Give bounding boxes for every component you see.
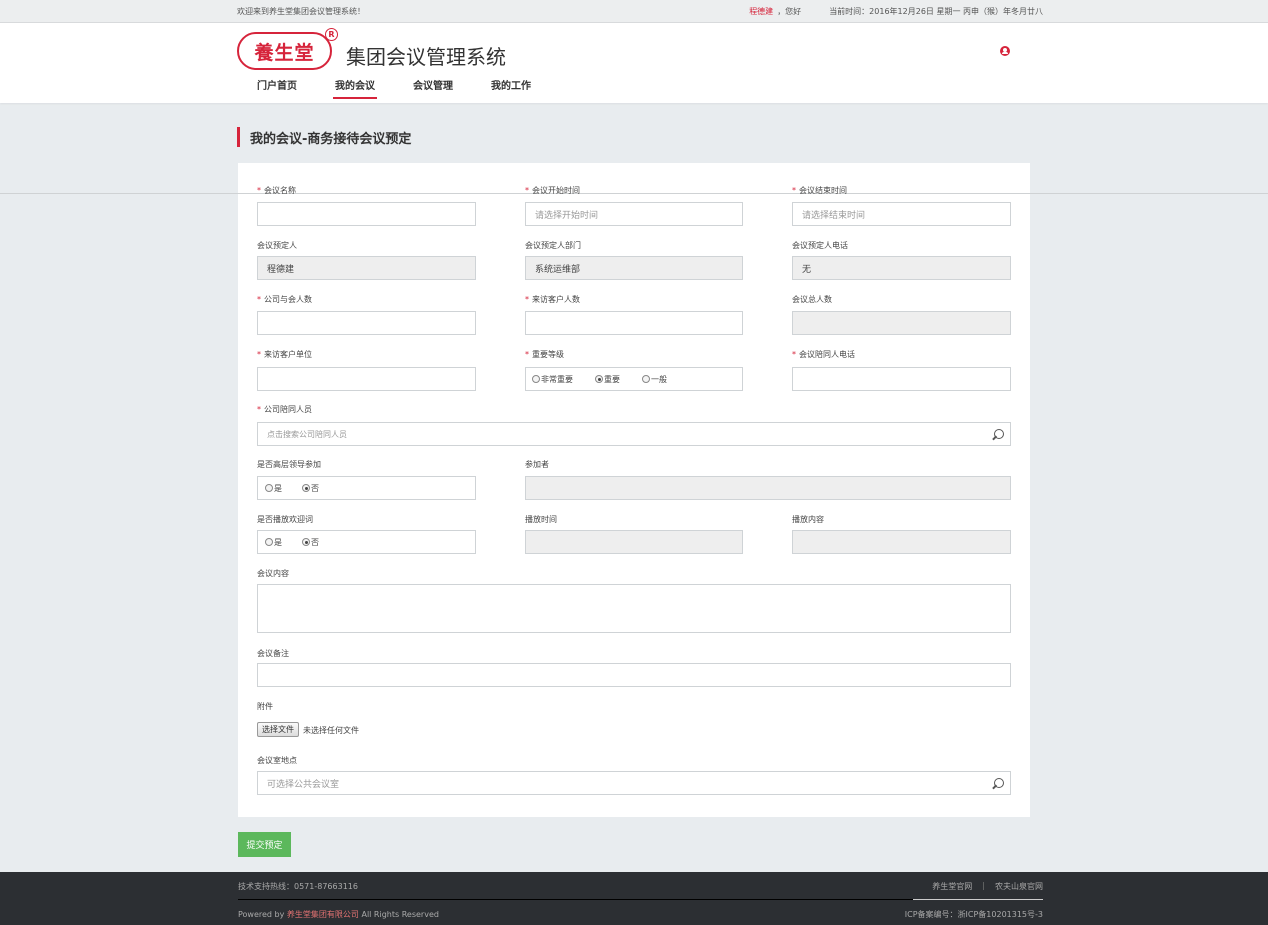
logo-text: 養生堂 bbox=[254, 41, 315, 64]
footer-divider bbox=[238, 899, 1043, 900]
company-escort-search-input[interactable]: 点击搜索公司陪同人员 bbox=[257, 422, 1011, 446]
meeting-note-label: 会议备注 bbox=[257, 649, 289, 658]
divider-line bbox=[0, 193, 1268, 194]
hotline-text: 技术支持热线：0571-87663116 bbox=[238, 882, 358, 891]
visitor-unit-label: * 来访客户单位 bbox=[257, 350, 312, 359]
main-nav: 门户首页 我的会议 会议管理 我的工作 bbox=[257, 77, 569, 99]
start-time-input[interactable]: 请选择开始时间 bbox=[525, 202, 743, 226]
meeting-note-input[interactable] bbox=[257, 663, 1011, 687]
footer-link-separator: | bbox=[982, 881, 985, 890]
booker-field: 程德建 bbox=[257, 256, 476, 280]
booker-label: 会议预定人 bbox=[257, 241, 297, 250]
nav-item-home[interactable]: 门户首页 bbox=[257, 77, 297, 96]
nav-item-my-meetings[interactable]: 我的会议 bbox=[333, 77, 377, 99]
meeting-name-input[interactable] bbox=[257, 202, 476, 226]
icp-text: ICP备案编号：浙ICP备10201315号-3 bbox=[904, 910, 1043, 919]
welcome-speech-option-no[interactable]: 否 bbox=[302, 537, 319, 548]
welcome-speech-label: 是否播放欢迎词 bbox=[257, 515, 313, 524]
radio-icon[interactable] bbox=[265, 538, 273, 546]
submit-booking-button[interactable]: 提交预定 bbox=[238, 832, 291, 857]
meeting-content-textarea[interactable] bbox=[257, 584, 1011, 633]
attachment-label: 附件 bbox=[257, 702, 273, 711]
senior-leader-option-no[interactable]: 否 bbox=[302, 483, 319, 494]
brand-logo[interactable]: 養生堂 bbox=[237, 32, 332, 70]
footer-link-nongfu[interactable]: 农夫山泉官网 bbox=[995, 881, 1043, 892]
visitor-count-label: * 来访客户人数 bbox=[525, 295, 580, 304]
company-escort-label: * 公司陪同人员 bbox=[257, 405, 312, 414]
participants-label: 参加者 bbox=[525, 460, 549, 469]
total-count-label: 会议总人数 bbox=[792, 295, 832, 304]
choose-file-button[interactable]: 选择文件 bbox=[257, 722, 299, 737]
end-time-input[interactable]: 请选择结束时间 bbox=[792, 202, 1011, 226]
escort-phone-label: * 会议陪同人电话 bbox=[792, 350, 855, 359]
user-icon[interactable] bbox=[1000, 46, 1010, 56]
room-search-input[interactable]: 可选择公共会议室 bbox=[257, 771, 1011, 795]
nav-item-meeting-management[interactable]: 会议管理 bbox=[413, 77, 453, 96]
welcome-speech-option-yes[interactable]: 是 bbox=[265, 537, 282, 548]
meeting-content-label: 会议内容 bbox=[257, 569, 289, 578]
radio-checked-icon[interactable] bbox=[302, 538, 310, 546]
radio-icon[interactable] bbox=[532, 375, 540, 383]
play-time-field bbox=[525, 530, 743, 554]
visitor-count-input[interactable] bbox=[525, 311, 743, 335]
company-attendees-label: * 公司与会人数 bbox=[257, 295, 312, 304]
company-attendees-input[interactable] bbox=[257, 311, 476, 335]
senior-leader-option-yes[interactable]: 是 bbox=[265, 483, 282, 494]
footer-links: 养生堂官网 | 农夫山泉官网 bbox=[932, 881, 1043, 892]
booker-phone-label: 会议预定人电话 bbox=[792, 241, 848, 250]
visitor-unit-input[interactable] bbox=[257, 367, 476, 391]
importance-option-important[interactable]: 重要 bbox=[595, 374, 620, 385]
page-title: 我的会议-商务接待会议预定 bbox=[237, 127, 411, 147]
total-count-field bbox=[792, 311, 1011, 335]
site-header: 養生堂 R 集团会议管理系统 门户首页 我的会议 会议管理 我的工作 bbox=[0, 23, 1268, 103]
room-label: 会议室地点 bbox=[257, 756, 297, 765]
booker-dept-field: 系统运维部 bbox=[525, 256, 743, 280]
importance-option-very-important[interactable]: 非常重要 bbox=[532, 374, 573, 385]
radio-checked-icon[interactable] bbox=[595, 375, 603, 383]
senior-leader-label: 是否高层领导参加 bbox=[257, 460, 321, 469]
importance-option-normal[interactable]: 一般 bbox=[642, 374, 667, 385]
start-time-label: * 会议开始时间 bbox=[525, 186, 580, 195]
search-icon[interactable] bbox=[994, 429, 1004, 439]
welcome-text: 欢迎来到养生堂集团会议管理系统！ bbox=[237, 7, 365, 16]
file-status-text: 未选择任何文件 bbox=[303, 726, 359, 735]
importance-radio-group: 非常重要 重要 一般 bbox=[525, 367, 743, 391]
search-icon[interactable] bbox=[994, 778, 1004, 788]
play-content-label: 播放内容 bbox=[792, 515, 824, 524]
current-time-text: 当前时间：2016年12月26日 星期一 丙申（猴）年冬月廿八 bbox=[829, 7, 1043, 16]
senior-leader-radio-group: 是 否 bbox=[257, 476, 476, 500]
system-title: 集团会议管理系统 bbox=[346, 45, 506, 69]
site-footer: 技术支持热线：0571-87663116 养生堂官网 | 农夫山泉官网 Powe… bbox=[0, 872, 1268, 925]
escort-phone-input[interactable] bbox=[792, 367, 1011, 391]
booker-dept-label: 会议预定人部门 bbox=[525, 241, 581, 250]
participants-field bbox=[525, 476, 1011, 500]
radio-icon[interactable] bbox=[642, 375, 650, 383]
footer-link-yst[interactable]: 养生堂官网 bbox=[932, 881, 972, 892]
greeting-text: ，您好 bbox=[777, 7, 802, 16]
copyright-text: Powered by 养生堂集团有限公司 All Rights Reserved bbox=[238, 910, 439, 919]
radio-checked-icon[interactable] bbox=[302, 484, 310, 492]
booker-phone-field: 无 bbox=[792, 256, 1011, 280]
play-content-field bbox=[792, 530, 1011, 554]
welcome-speech-radio-group: 是 否 bbox=[257, 530, 476, 554]
nav-item-my-work[interactable]: 我的工作 bbox=[491, 77, 531, 96]
end-time-label: * 会议结束时间 bbox=[792, 186, 847, 195]
play-time-label: 播放时间 bbox=[525, 515, 557, 524]
top-bar: 欢迎来到养生堂集团会议管理系统！ 程德建 ，您好 当前时间：2016年12月26… bbox=[0, 0, 1268, 23]
registered-mark-icon: R bbox=[325, 28, 338, 41]
importance-label: * 重要等级 bbox=[525, 350, 564, 359]
current-user-link[interactable]: 程德建 bbox=[749, 6, 773, 17]
meeting-name-label: * 会议名称 bbox=[257, 186, 296, 195]
radio-icon[interactable] bbox=[265, 484, 273, 492]
